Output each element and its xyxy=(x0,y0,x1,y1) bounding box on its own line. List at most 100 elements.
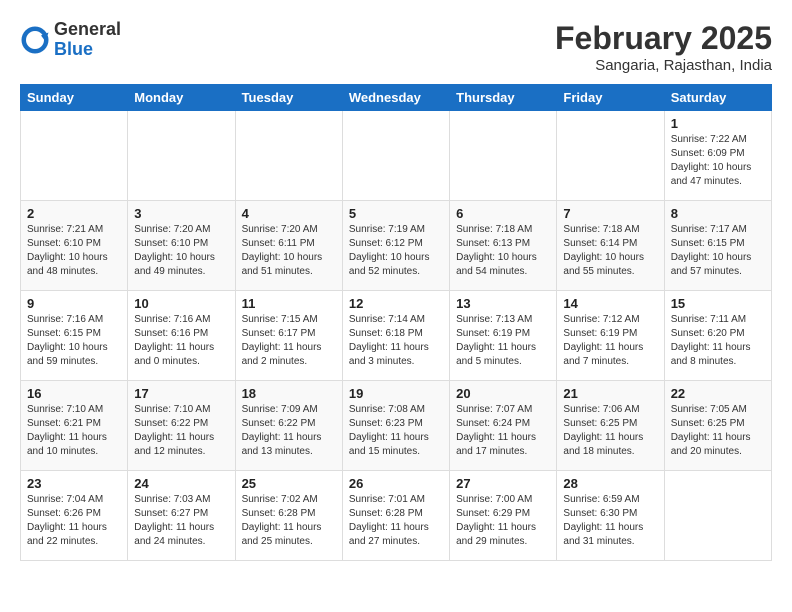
calendar-day-header: Friday xyxy=(557,85,664,111)
calendar-day-header: Saturday xyxy=(664,85,771,111)
calendar-cell: 27 Sunrise: 7:00 AM Sunset: 6:29 PM Dayli… xyxy=(450,471,557,561)
calendar-cell: 15Sunrise: 7:11 AM Sunset: 6:20 PM Dayli… xyxy=(664,291,771,381)
calendar-day-header: Sunday xyxy=(21,85,128,111)
calendar-week-row: 9 Sunrise: 7:16 AM Sunset: 6:15 PM Daylig… xyxy=(21,291,772,381)
day-info: Sunrise: 7:12 AM Sunset: 6:19 PM Dayligh… xyxy=(563,313,657,369)
day-info: Sunrise: 7:13 AM Sunset: 6:19 PM Dayligh… xyxy=(456,313,550,369)
day-number: 25 xyxy=(242,476,336,491)
calendar-cell: 19 Sunrise: 7:08 AM Sunset: 6:23 PM Dayli… xyxy=(342,381,449,471)
calendar-cell xyxy=(450,111,557,201)
day-info: Sunrise: 6:59 AM Sunset: 6:30 PM Dayligh… xyxy=(563,493,657,549)
day-number: 23 xyxy=(27,476,121,491)
day-number: 19 xyxy=(349,386,443,401)
day-number: 6 xyxy=(456,206,550,221)
day-info: Sunrise: 7:08 AM Sunset: 6:23 PM Dayligh… xyxy=(349,403,443,459)
day-number: 17 xyxy=(134,386,228,401)
day-number: 15 xyxy=(671,296,765,311)
calendar-day-header: Tuesday xyxy=(235,85,342,111)
day-number: 26 xyxy=(349,476,443,491)
day-number: 14 xyxy=(563,296,657,311)
calendar-subtitle: Sangaria, Rajasthan, India xyxy=(555,57,772,74)
day-info: Sunrise: 7:09 AM Sunset: 6:22 PM Dayligh… xyxy=(242,403,336,459)
day-number: 5 xyxy=(349,206,443,221)
logo: General Blue xyxy=(20,20,121,60)
calendar-cell: 28 Sunrise: 6:59 AM Sunset: 6:30 PM Dayli… xyxy=(557,471,664,561)
day-number: 3 xyxy=(134,206,228,221)
day-info: Sunrise: 7:18 AM Sunset: 6:13 PM Dayligh… xyxy=(456,223,550,279)
logo-text: General Blue xyxy=(54,20,121,60)
day-info: Sunrise: 7:10 AM Sunset: 6:22 PM Dayligh… xyxy=(134,403,228,459)
day-info: Sunrise: 7:17 AM Sunset: 6:15 PM Dayligh… xyxy=(671,223,765,279)
day-info: Sunrise: 7:01 AM Sunset: 6:28 PM Dayligh… xyxy=(349,493,443,549)
day-info: Sunrise: 7:19 AM Sunset: 6:12 PM Dayligh… xyxy=(349,223,443,279)
header: General Blue February 2025 Sangaria, Raj… xyxy=(20,20,772,74)
day-number: 9 xyxy=(27,296,121,311)
day-number: 12 xyxy=(349,296,443,311)
day-info: Sunrise: 7:04 AM Sunset: 6:26 PM Dayligh… xyxy=(27,493,121,549)
day-number: 16 xyxy=(27,386,121,401)
calendar-cell: 14 Sunrise: 7:12 AM Sunset: 6:19 PM Dayli… xyxy=(557,291,664,381)
day-number: 28 xyxy=(563,476,657,491)
day-number: 27 xyxy=(456,476,550,491)
day-info: Sunrise: 7:16 AM Sunset: 6:16 PM Dayligh… xyxy=(134,313,228,369)
day-info: Sunrise: 7:10 AM Sunset: 6:21 PM Dayligh… xyxy=(27,403,121,459)
calendar-cell xyxy=(235,111,342,201)
calendar-cell: 6 Sunrise: 7:18 AM Sunset: 6:13 PM Daylig… xyxy=(450,201,557,291)
day-number: 2 xyxy=(27,206,121,221)
day-info: Sunrise: 7:03 AM Sunset: 6:27 PM Dayligh… xyxy=(134,493,228,549)
calendar-week-row: 1 Sunrise: 7:22 AM Sunset: 6:09 PM Daylig… xyxy=(21,111,772,201)
day-number: 11 xyxy=(242,296,336,311)
day-number: 10 xyxy=(134,296,228,311)
calendar-cell: 18 Sunrise: 7:09 AM Sunset: 6:22 PM Dayli… xyxy=(235,381,342,471)
calendar-header-row: SundayMondayTuesdayWednesdayThursdayFrid… xyxy=(21,85,772,111)
calendar-cell: 23 Sunrise: 7:04 AM Sunset: 6:26 PM Dayli… xyxy=(21,471,128,561)
calendar-cell: 24Sunrise: 7:03 AM Sunset: 6:27 PM Dayli… xyxy=(128,471,235,561)
calendar-week-row: 2 Sunrise: 7:21 AM Sunset: 6:10 PM Daylig… xyxy=(21,201,772,291)
day-info: Sunrise: 7:18 AM Sunset: 6:14 PM Dayligh… xyxy=(563,223,657,279)
day-number: 13 xyxy=(456,296,550,311)
calendar-cell xyxy=(664,471,771,561)
day-info: Sunrise: 7:15 AM Sunset: 6:17 PM Dayligh… xyxy=(242,313,336,369)
calendar-day-header: Wednesday xyxy=(342,85,449,111)
calendar-cell: 26 Sunrise: 7:01 AM Sunset: 6:28 PM Dayli… xyxy=(342,471,449,561)
day-number: 21 xyxy=(563,386,657,401)
calendar-cell: 10 Sunrise: 7:16 AM Sunset: 6:16 PM Dayli… xyxy=(128,291,235,381)
title-area: February 2025 Sangaria, Rajasthan, India xyxy=(555,20,772,74)
day-number: 1 xyxy=(671,116,765,131)
day-info: Sunrise: 7:22 AM Sunset: 6:09 PM Dayligh… xyxy=(671,133,765,189)
day-number: 18 xyxy=(242,386,336,401)
day-info: Sunrise: 7:14 AM Sunset: 6:18 PM Dayligh… xyxy=(349,313,443,369)
day-info: Sunrise: 7:07 AM Sunset: 6:24 PM Dayligh… xyxy=(456,403,550,459)
day-info: Sunrise: 7:00 AM Sunset: 6:29 PM Dayligh… xyxy=(456,493,550,549)
day-number: 7 xyxy=(563,206,657,221)
calendar-cell: 9 Sunrise: 7:16 AM Sunset: 6:15 PM Daylig… xyxy=(21,291,128,381)
day-info: Sunrise: 7:16 AM Sunset: 6:15 PM Dayligh… xyxy=(27,313,121,369)
calendar-week-row: 16 Sunrise: 7:10 AM Sunset: 6:21 PM Dayli… xyxy=(21,381,772,471)
calendar-cell: 8 Sunrise: 7:17 AM Sunset: 6:15 PM Daylig… xyxy=(664,201,771,291)
calendar-day-header: Thursday xyxy=(450,85,557,111)
calendar-cell: 2 Sunrise: 7:21 AM Sunset: 6:10 PM Daylig… xyxy=(21,201,128,291)
calendar-cell: 13 Sunrise: 7:13 AM Sunset: 6:19 PM Dayli… xyxy=(450,291,557,381)
day-info: Sunrise: 7:20 AM Sunset: 6:10 PM Dayligh… xyxy=(134,223,228,279)
calendar-cell: 22Sunrise: 7:05 AM Sunset: 6:25 PM Dayli… xyxy=(664,381,771,471)
calendar-cell: 17 Sunrise: 7:10 AM Sunset: 6:22 PM Dayli… xyxy=(128,381,235,471)
calendar-cell: 3 Sunrise: 7:20 AM Sunset: 6:10 PM Daylig… xyxy=(128,201,235,291)
calendar-cell xyxy=(557,111,664,201)
calendar-cell xyxy=(21,111,128,201)
calendar-cell: 12 Sunrise: 7:14 AM Sunset: 6:18 PM Dayli… xyxy=(342,291,449,381)
calendar-cell: 20 Sunrise: 7:07 AM Sunset: 6:24 PM Dayli… xyxy=(450,381,557,471)
calendar-cell: 25Sunrise: 7:02 AM Sunset: 6:28 PM Dayli… xyxy=(235,471,342,561)
calendar-day-header: Monday xyxy=(128,85,235,111)
day-number: 8 xyxy=(671,206,765,221)
day-info: Sunrise: 7:05 AM Sunset: 6:25 PM Dayligh… xyxy=(671,403,765,459)
calendar-cell: 1 Sunrise: 7:22 AM Sunset: 6:09 PM Daylig… xyxy=(664,111,771,201)
calendar-table: SundayMondayTuesdayWednesdayThursdayFrid… xyxy=(20,84,772,561)
calendar-cell xyxy=(128,111,235,201)
calendar-cell: 16 Sunrise: 7:10 AM Sunset: 6:21 PM Dayli… xyxy=(21,381,128,471)
calendar-cell: 11 Sunrise: 7:15 AM Sunset: 6:17 PM Dayli… xyxy=(235,291,342,381)
day-info: Sunrise: 7:20 AM Sunset: 6:11 PM Dayligh… xyxy=(242,223,336,279)
day-number: 20 xyxy=(456,386,550,401)
calendar-cell: 4Sunrise: 7:20 AM Sunset: 6:11 PM Daylig… xyxy=(235,201,342,291)
calendar-cell: 21Sunrise: 7:06 AM Sunset: 6:25 PM Dayli… xyxy=(557,381,664,471)
day-info: Sunrise: 7:21 AM Sunset: 6:10 PM Dayligh… xyxy=(27,223,121,279)
